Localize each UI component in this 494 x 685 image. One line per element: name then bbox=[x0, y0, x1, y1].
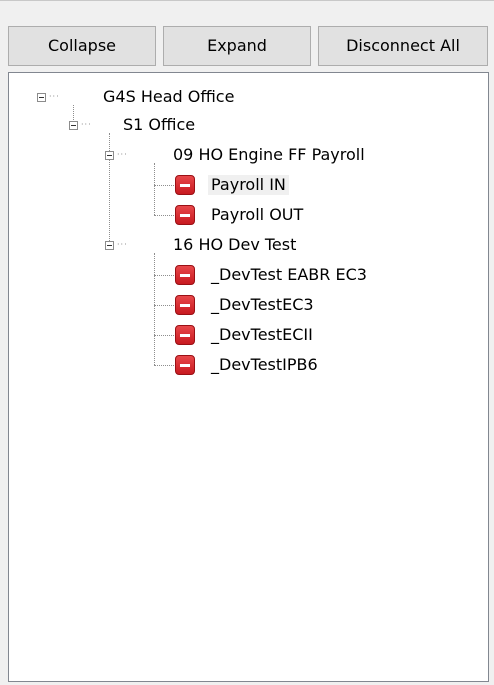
tree-connector bbox=[154, 335, 174, 336]
tree-item-label[interactable]: Payroll OUT bbox=[211, 205, 303, 225]
tree-item-label[interactable]: Payroll IN bbox=[208, 175, 289, 195]
tree-connector bbox=[154, 305, 174, 306]
tree-connector bbox=[154, 185, 174, 186]
group-collapse-toggle[interactable] bbox=[105, 241, 114, 250]
tree-connector bbox=[154, 275, 174, 276]
tree-connector bbox=[154, 163, 155, 215]
group-collapse-toggle[interactable] bbox=[105, 151, 114, 160]
tree-item-label[interactable]: _DevTestIPB6 bbox=[211, 355, 318, 375]
root-collapse-toggle[interactable] bbox=[37, 93, 46, 102]
tree-group-label[interactable]: 16 HO Dev Test bbox=[173, 235, 296, 255]
tree-item-label[interactable]: _DevTest EABR EC3 bbox=[211, 265, 367, 285]
group-connector-dots: ··· bbox=[117, 240, 128, 249]
top-divider bbox=[0, 0, 494, 1]
tree-group-label[interactable]: 09 HO Engine FF Payroll bbox=[173, 145, 365, 165]
tree-office-label[interactable]: S1 Office bbox=[123, 115, 195, 135]
stop-icon[interactable] bbox=[175, 175, 195, 195]
office-collapse-toggle[interactable] bbox=[69, 121, 78, 130]
disconnect-all-button[interactable]: Disconnect All bbox=[318, 26, 488, 66]
expand-button[interactable]: Expand bbox=[163, 26, 311, 66]
tree-connector bbox=[109, 133, 110, 243]
stop-icon[interactable] bbox=[175, 355, 195, 375]
collapse-button[interactable]: Collapse bbox=[8, 26, 156, 66]
tree-root-label[interactable]: G4S Head Office bbox=[103, 87, 234, 107]
tree-connector bbox=[73, 105, 74, 120]
stop-icon[interactable] bbox=[175, 205, 195, 225]
tree-item-label[interactable]: _DevTestEC3 bbox=[211, 295, 314, 315]
connections-panel: Collapse Expand Disconnect All ··· G4S H… bbox=[0, 0, 494, 685]
tree-connector bbox=[154, 253, 155, 365]
connection-tree[interactable]: ··· G4S Head Office ··· S1 Office ··· 09… bbox=[8, 72, 489, 682]
stop-icon[interactable] bbox=[175, 325, 195, 345]
group-connector-dots: ··· bbox=[117, 150, 128, 159]
tree-item-label[interactable]: _DevTestECII bbox=[211, 325, 313, 345]
stop-icon[interactable] bbox=[175, 295, 195, 315]
stop-icon[interactable] bbox=[175, 265, 195, 285]
tree-connector bbox=[154, 365, 174, 366]
office-connector-dots: ··· bbox=[81, 120, 92, 129]
root-connector-dots: ··· bbox=[49, 92, 60, 101]
tree-connector bbox=[154, 215, 174, 216]
